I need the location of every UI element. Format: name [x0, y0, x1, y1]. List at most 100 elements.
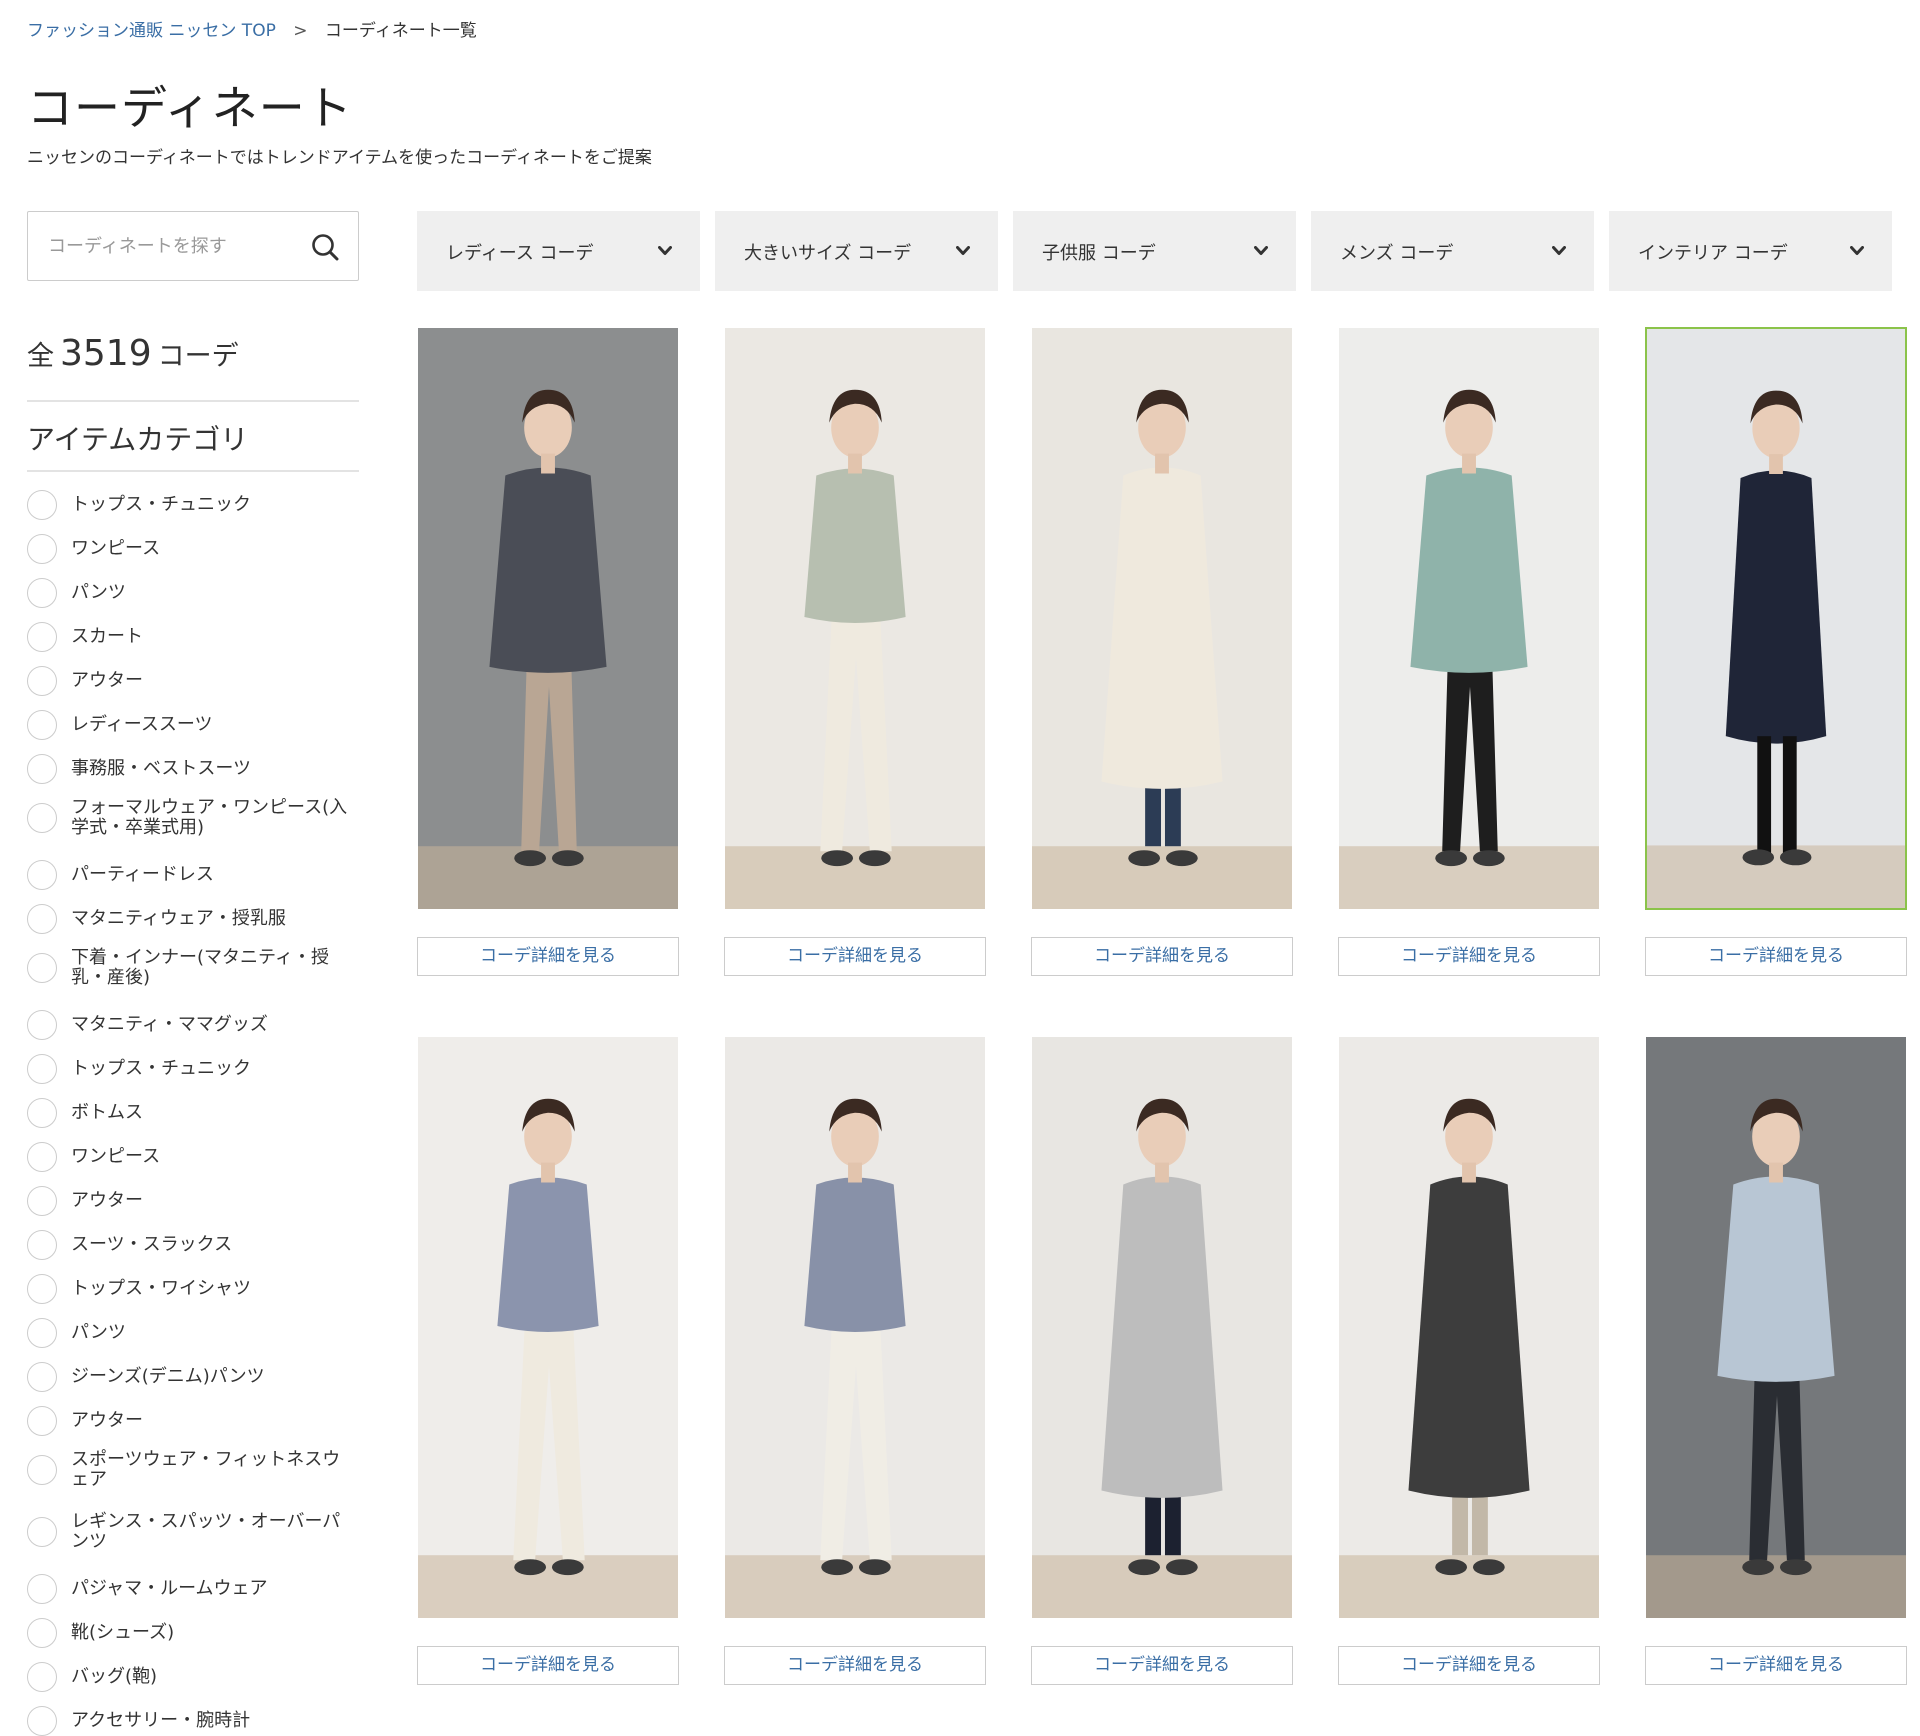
category-label: 靴(シューズ): [71, 1622, 175, 1643]
coordinate-card[interactable]: コーデ詳細を見る: [1645, 1036, 1907, 1685]
coordinate-detail-button[interactable]: コーデ詳細を見る: [724, 1646, 986, 1685]
category-item[interactable]: フォーマルウェア・ワンピース(入学式・卒業式用): [27, 798, 357, 838]
coordinate-card[interactable]: コーデ詳細を見る: [1338, 327, 1600, 976]
category-radio[interactable]: [27, 1406, 57, 1436]
category-radio[interactable]: [27, 1706, 57, 1736]
category-item[interactable]: トップス・チュニック: [27, 1054, 357, 1084]
filter-tab[interactable]: 大きいサイズ コーデ: [715, 211, 998, 291]
category-item[interactable]: マタニティ・ママグッズ: [27, 1010, 357, 1040]
coordinate-photo[interactable]: [1338, 1036, 1600, 1619]
category-radio[interactable]: [27, 1455, 57, 1485]
coordinate-photo[interactable]: [1645, 1036, 1907, 1619]
category-radio[interactable]: [27, 1010, 57, 1040]
category-radio[interactable]: [27, 710, 57, 740]
category-radio[interactable]: [27, 1517, 57, 1547]
category-item[interactable]: スポーツウェア・フィットネスウェア: [27, 1450, 357, 1490]
breadcrumb-home-link[interactable]: ファッション通販 ニッセン TOP: [27, 21, 276, 41]
coordinate-detail-button[interactable]: コーデ詳細を見る: [1031, 1646, 1293, 1685]
coordinate-card[interactable]: コーデ詳細を見る: [1031, 327, 1293, 976]
category-radio[interactable]: [27, 1054, 57, 1084]
category-item[interactable]: バッグ(鞄): [27, 1662, 357, 1692]
coordinate-photo[interactable]: [1031, 327, 1293, 910]
coordinate-photo[interactable]: [1031, 1036, 1293, 1619]
category-item[interactable]: ワンピース: [27, 1142, 357, 1172]
filter-tab[interactable]: インテリア コーデ: [1609, 211, 1892, 291]
category-item[interactable]: パンツ: [27, 1318, 357, 1348]
category-radio[interactable]: [27, 860, 57, 890]
category-item[interactable]: ボトムス: [27, 1098, 357, 1128]
category-radio[interactable]: [27, 1186, 57, 1216]
category-item[interactable]: マタニティウェア・授乳服: [27, 904, 357, 934]
category-radio[interactable]: [27, 1362, 57, 1392]
coordinate-photo[interactable]: [724, 327, 986, 910]
category-item[interactable]: ジーンズ(デニム)パンツ: [27, 1362, 357, 1392]
category-item[interactable]: パンツ: [27, 578, 357, 608]
search-box: [27, 211, 359, 281]
category-item[interactable]: ワンピース: [27, 534, 357, 564]
category-radio[interactable]: [27, 666, 57, 696]
category-radio[interactable]: [27, 754, 57, 784]
coordinate-card[interactable]: コーデ詳細を見る: [724, 1036, 986, 1685]
category-label: アウター: [71, 670, 143, 691]
coordinate-photo[interactable]: [1338, 327, 1600, 910]
category-label: トップス・ワイシャツ: [71, 1278, 251, 1299]
category-item[interactable]: トップス・ワイシャツ: [27, 1274, 357, 1304]
search-icon[interactable]: [310, 232, 340, 262]
category-radio[interactable]: [27, 1574, 57, 1604]
coordinate-photo[interactable]: [417, 327, 679, 910]
filter-tab[interactable]: レディース コーデ: [417, 211, 700, 291]
coordinate-card[interactable]: コーデ詳細を見る: [417, 1036, 679, 1685]
coordinate-photo[interactable]: [724, 1036, 986, 1619]
category-radio[interactable]: [27, 1142, 57, 1172]
divider: [27, 470, 359, 472]
coordinate-card[interactable]: コーデ詳細を見る: [1031, 1036, 1293, 1685]
category-item[interactable]: アウター: [27, 1406, 357, 1436]
category-radio[interactable]: [27, 953, 57, 983]
category-radio[interactable]: [27, 578, 57, 608]
category-label: アウター: [71, 1190, 143, 1211]
category-item[interactable]: 事務服・ベストスーツ: [27, 754, 357, 784]
coordinate-detail-button[interactable]: コーデ詳細を見る: [1031, 937, 1293, 976]
filter-tab[interactable]: 子供服 コーデ: [1013, 211, 1296, 291]
category-item[interactable]: レギンス・スパッツ・オーバーパンツ: [27, 1512, 357, 1552]
category-item[interactable]: 靴(シューズ): [27, 1618, 357, 1648]
coordinate-detail-button[interactable]: コーデ詳細を見る: [1338, 1646, 1600, 1685]
category-radio[interactable]: [27, 1662, 57, 1692]
category-item[interactable]: アウター: [27, 1186, 357, 1216]
category-item[interactable]: スカート: [27, 622, 357, 652]
category-radio[interactable]: [27, 1098, 57, 1128]
category-radio[interactable]: [27, 1230, 57, 1260]
category-radio[interactable]: [27, 1618, 57, 1648]
category-item[interactable]: 下着・インナー(マタニティ・授乳・産後): [27, 948, 357, 988]
coordinate-detail-button[interactable]: コーデ詳細を見る: [1645, 1646, 1907, 1685]
category-radio[interactable]: [27, 490, 57, 520]
search-input[interactable]: [48, 230, 288, 262]
category-label: スポーツウェア・フィットネスウェア: [71, 1449, 341, 1490]
coordinate-detail-button[interactable]: コーデ詳細を見る: [417, 1646, 679, 1685]
category-radio[interactable]: [27, 622, 57, 652]
filter-tab[interactable]: メンズ コーデ: [1311, 211, 1594, 291]
coordinate-card[interactable]: コーデ詳細を見る: [724, 327, 986, 976]
coordinate-card[interactable]: コーデ詳細を見る: [1338, 1036, 1600, 1685]
category-item[interactable]: レディーススーツ: [27, 710, 357, 740]
coordinate-detail-button[interactable]: コーデ詳細を見る: [417, 937, 679, 976]
coordinate-detail-button[interactable]: コーデ詳細を見る: [1338, 937, 1600, 976]
category-item[interactable]: パーティードレス: [27, 860, 357, 890]
category-item[interactable]: アクセサリー・腕時計: [27, 1706, 357, 1736]
coordinate-detail-button[interactable]: コーデ詳細を見る: [1645, 937, 1907, 976]
coordinate-photo[interactable]: [1645, 327, 1907, 910]
category-radio[interactable]: [27, 904, 57, 934]
category-radio[interactable]: [27, 803, 57, 833]
category-item[interactable]: トップス・チュニック: [27, 490, 357, 520]
coordinate-detail-button[interactable]: コーデ詳細を見る: [724, 937, 986, 976]
category-item[interactable]: スーツ・スラックス: [27, 1230, 357, 1260]
category-item[interactable]: パジャマ・ルームウェア: [27, 1574, 357, 1604]
category-radio[interactable]: [27, 1274, 57, 1304]
category-radio[interactable]: [27, 1318, 57, 1348]
category-item[interactable]: アウター: [27, 666, 357, 696]
coordinate-card[interactable]: コーデ詳細を見る: [1645, 327, 1907, 976]
coordinate-photo[interactable]: [417, 1036, 679, 1619]
category-heading: アイテムカテゴリ: [27, 423, 249, 456]
category-radio[interactable]: [27, 534, 57, 564]
coordinate-card[interactable]: コーデ詳細を見る: [417, 327, 679, 976]
